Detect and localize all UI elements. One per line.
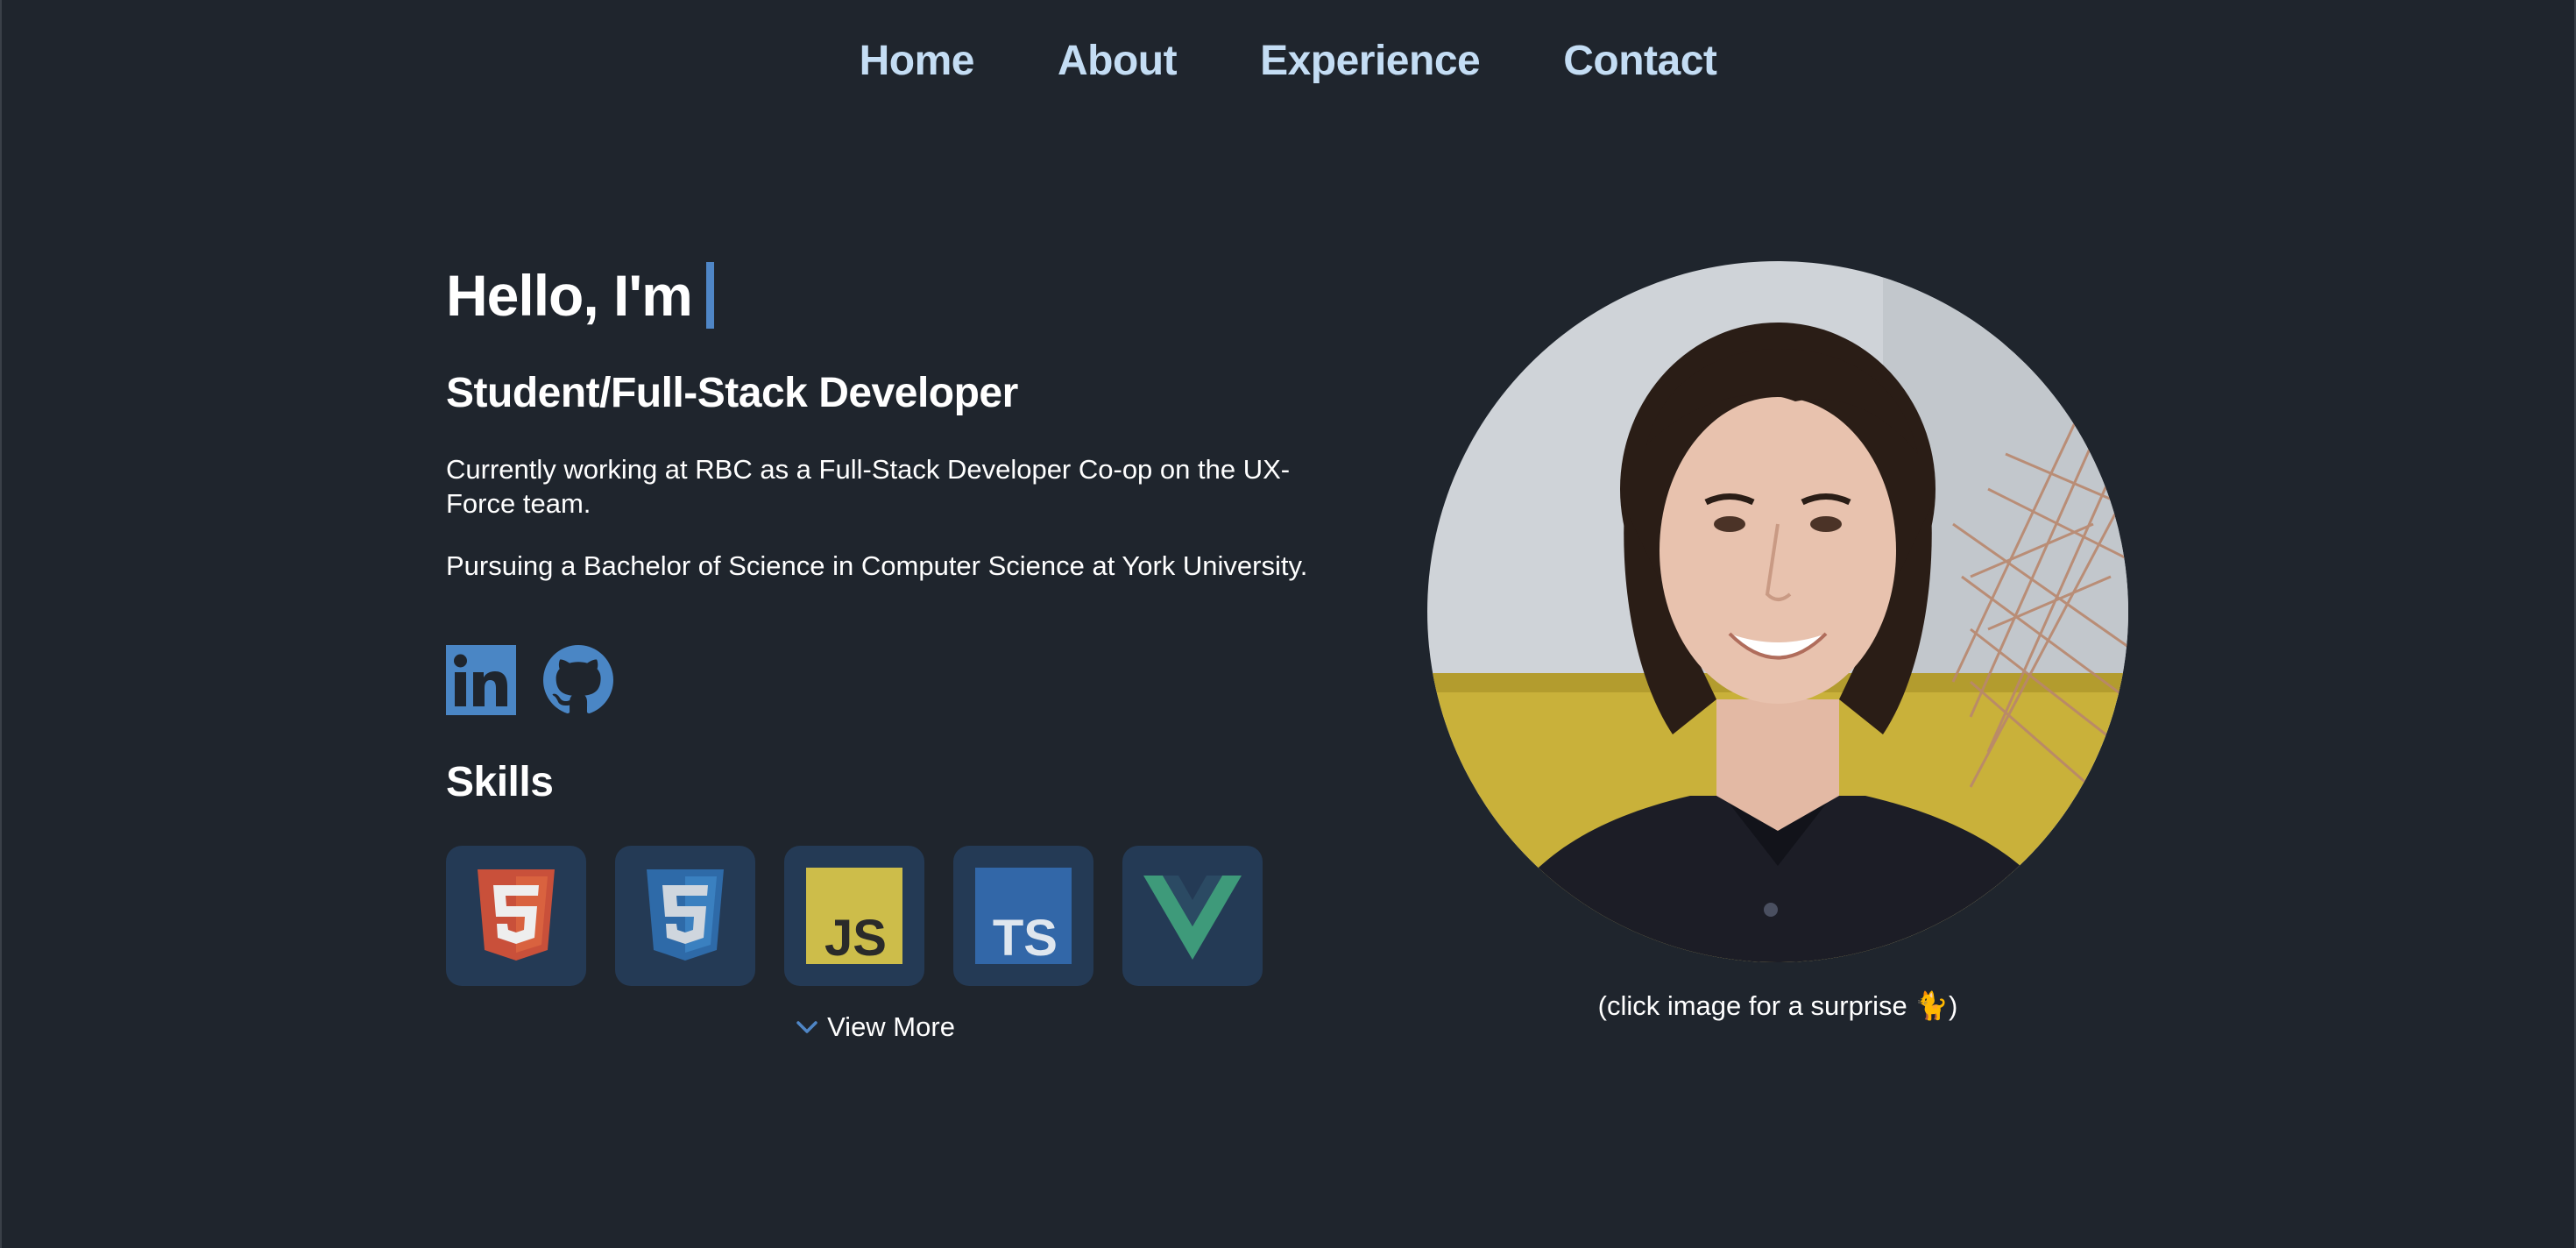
nav-link-about[interactable]: About	[1058, 33, 1178, 89]
skill-tile-html	[446, 846, 586, 986]
linkedin-icon	[446, 645, 516, 715]
greeting-heading: Hello, I'm	[446, 263, 693, 328]
skill-tile-css	[615, 846, 755, 986]
bio-paragraph-education: Pursuing a Bachelor of Science in Comput…	[446, 550, 1308, 581]
github-link[interactable]	[543, 645, 613, 715]
skill-tile-vue	[1122, 846, 1263, 986]
github-icon	[543, 645, 613, 714]
top-nav: Home About Experience Contact	[0, 33, 2576, 89]
view-more-button[interactable]: View More	[446, 1010, 1305, 1045]
html5-icon	[478, 869, 555, 961]
view-more-label: View More	[827, 1011, 955, 1042]
window-border-left	[0, 0, 2, 1248]
skill-tile-javascript: JS	[784, 846, 924, 986]
skill-tile-typescript: TS	[953, 846, 1093, 986]
skills-grid: JS TS	[446, 846, 1263, 986]
chevron-down-icon	[796, 1021, 817, 1033]
portrait-image	[1427, 261, 2128, 962]
skills-heading: Skills	[446, 759, 554, 805]
nav-link-contact[interactable]: Contact	[1563, 33, 1717, 89]
role-heading: Student/Full-Stack Developer	[446, 370, 1018, 416]
profile-photo[interactable]	[1427, 261, 2128, 962]
typing-cursor	[705, 262, 714, 329]
typescript-icon: TS	[975, 868, 1072, 964]
greeting-line: Hello, I'm	[446, 259, 1313, 331]
nav-link-experience[interactable]: Experience	[1260, 33, 1481, 89]
photo-caption: (click image for a surprise 🐈)	[1597, 990, 1958, 1021]
javascript-icon-label: JS	[824, 910, 887, 964]
nav-link-home[interactable]: Home	[860, 33, 975, 89]
typescript-icon-label: TS	[993, 910, 1058, 964]
intro-section: Hello, I'm Student/Full-Stack Developer …	[446, 259, 1313, 1042]
bio-paragraph-work: Currently working at RBC as a Full-Stack…	[446, 454, 1291, 519]
social-links	[446, 645, 613, 715]
javascript-icon: JS	[806, 868, 902, 964]
linkedin-link[interactable]	[446, 645, 516, 715]
css3-icon	[647, 869, 724, 961]
vue-icon	[1143, 876, 1242, 960]
